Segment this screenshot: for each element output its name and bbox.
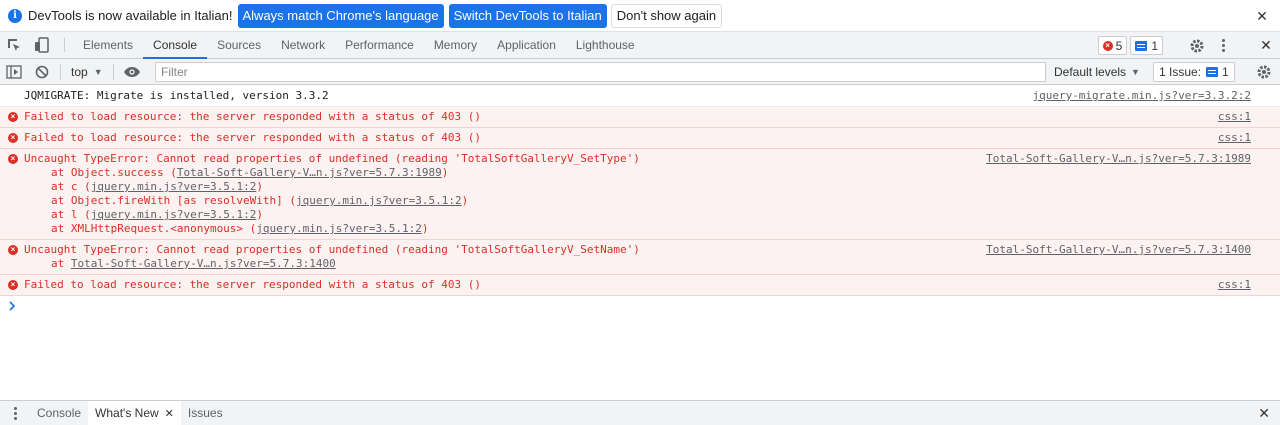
message-text: Failed to load resource: the server resp…: [24, 278, 481, 291]
message-text: Uncaught TypeError: Cannot read properti…: [24, 243, 640, 256]
close-tab-icon[interactable]: ✕: [165, 407, 174, 420]
settings-gear-icon[interactable]: [1183, 38, 1211, 54]
message-icon: [1135, 40, 1148, 51]
main-tabbar: Elements Console Sources Network Perform…: [0, 32, 1280, 59]
message-text: JQMIGRATE: Migrate is installed, version…: [24, 89, 329, 102]
dropdown-arrow-icon: ▼: [1131, 67, 1140, 77]
error-icon: ×: [8, 133, 18, 143]
console-prompt[interactable]: [0, 296, 1280, 314]
tab-lighthouse[interactable]: Lighthouse: [566, 32, 645, 58]
drawer-tab-label: What's New: [95, 406, 159, 420]
issues-count: 1: [1222, 65, 1229, 79]
message-text: Failed to load resource: the server resp…: [24, 110, 481, 123]
tab-elements[interactable]: Elements: [73, 32, 143, 58]
console-message-error: × Failed to load resource: the server re…: [0, 107, 1280, 128]
stack-trace-line: at Total-Soft-Gallery-V…n.js?ver=5.7.3:1…: [51, 257, 336, 270]
message-source-link[interactable]: css:1: [1218, 278, 1251, 292]
message-source-link[interactable]: jquery-migrate.min.js?ver=3.3.2:2: [1032, 89, 1251, 103]
console-message-log: JQMIGRATE: Migrate is installed, version…: [0, 86, 1280, 107]
message-text: Uncaught TypeError: Cannot read properti…: [24, 152, 640, 165]
drawer-tab-console[interactable]: Console: [30, 401, 88, 425]
message-source-link[interactable]: Total-Soft-Gallery-V…n.js?ver=5.7.3:1989: [986, 152, 1251, 166]
message-source-link[interactable]: css:1: [1218, 110, 1251, 124]
device-toolbar-icon[interactable]: [28, 32, 56, 58]
stack-link[interactable]: Total-Soft-Gallery-V…n.js?ver=5.7.3:1989: [177, 166, 442, 179]
drawer-tab-issues[interactable]: Issues: [181, 401, 230, 425]
error-icon: ×: [8, 245, 18, 255]
info-icon: i: [8, 8, 22, 23]
stack-trace-line: at l (jquery.min.js?ver=3.5.1:2): [51, 208, 263, 221]
stack-link[interactable]: jquery.min.js?ver=3.5.1:2: [256, 222, 422, 235]
stack-link[interactable]: jquery.min.js?ver=3.5.1:2: [91, 180, 257, 193]
filter-input[interactable]: Filter: [155, 62, 1046, 82]
issues-label: 1 Issue:: [1159, 65, 1202, 79]
close-infobar-icon[interactable]: ✕: [1254, 8, 1270, 24]
match-language-button[interactable]: Always match Chrome's language: [237, 3, 444, 28]
stack-trace-line: at Object.fireWith [as resolveWith] (jqu…: [51, 194, 469, 207]
message-count-badge[interactable]: 1: [1130, 36, 1163, 55]
drawer-menu-icon[interactable]: [0, 401, 30, 425]
stack-link[interactable]: jquery.min.js?ver=3.5.1:2: [296, 194, 462, 207]
console-message-error: × Failed to load resource: the server re…: [0, 275, 1280, 296]
show-sidebar-icon[interactable]: [0, 59, 28, 85]
log-levels-dropdown[interactable]: Default levels ▼: [1054, 59, 1140, 85]
console-message-error: × Failed to load resource: the server re…: [0, 128, 1280, 149]
infobar-message: DevTools is now available in Italian!: [28, 8, 233, 23]
prompt-chevron-icon: [9, 301, 16, 311]
clear-console-icon[interactable]: [28, 59, 56, 85]
message-icon: [1206, 67, 1219, 77]
context-label: top: [71, 64, 88, 79]
error-icon: ×: [1102, 40, 1113, 51]
toolbar-divider: [64, 38, 65, 52]
stack-link[interactable]: Total-Soft-Gallery-V…n.js?ver=5.7.3:1400: [71, 257, 336, 270]
more-options-icon[interactable]: [1211, 39, 1235, 52]
issues-button[interactable]: 1 Issue: 1: [1153, 62, 1235, 82]
console-message-error: × Uncaught TypeError: Cannot read proper…: [0, 240, 1280, 275]
language-infobar: i DevTools is now available in Italian! …: [0, 0, 1280, 32]
drawer-tabbar: Console What's New ✕ Issues ✕: [0, 400, 1280, 425]
message-count: 1: [1151, 38, 1158, 53]
toolbar-divider: [112, 63, 114, 80]
message-text: Failed to load resource: the server resp…: [24, 131, 481, 144]
tab-console[interactable]: Console: [143, 32, 208, 59]
console-settings-gear-icon[interactable]: [1256, 59, 1272, 85]
stack-link[interactable]: jquery.min.js?ver=3.5.1:2: [91, 208, 257, 221]
console-toolbar: top ▼ Filter Default levels ▼ 1 Issue: 1: [0, 59, 1280, 85]
close-drawer-icon[interactable]: ✕: [1258, 405, 1270, 422]
stack-trace-line: at c (jquery.min.js?ver=3.5.1:2): [51, 180, 263, 193]
switch-language-button[interactable]: Switch DevTools to Italian: [448, 3, 607, 28]
message-source-link[interactable]: Total-Soft-Gallery-V…n.js?ver=5.7.3:1400: [986, 243, 1251, 257]
context-selector[interactable]: top ▼: [65, 65, 109, 79]
live-expression-eye-icon[interactable]: [118, 59, 146, 85]
stack-trace-line: at XMLHttpRequest.<anonymous> (jquery.mi…: [51, 222, 429, 235]
log-levels-label: Default levels: [1054, 65, 1127, 79]
error-icon: ×: [8, 112, 18, 122]
stack-trace-line: at Object.success (Total-Soft-Gallery-V……: [51, 166, 449, 179]
tab-application[interactable]: Application: [487, 32, 566, 58]
error-count-badge[interactable]: × 5: [1097, 36, 1128, 55]
dropdown-arrow-icon: ▼: [93, 66, 103, 77]
tab-network[interactable]: Network: [271, 32, 335, 58]
error-icon: ×: [8, 154, 18, 164]
close-devtools-icon[interactable]: ✕: [1252, 37, 1280, 54]
error-icon: ×: [8, 280, 18, 290]
console-message-error: × Uncaught TypeError: Cannot read proper…: [0, 149, 1280, 240]
tab-performance[interactable]: Performance: [335, 32, 424, 58]
console-output: JQMIGRATE: Migrate is installed, version…: [0, 86, 1280, 314]
dont-show-again-button[interactable]: Don't show again: [610, 3, 723, 28]
drawer-tab-whats-new[interactable]: What's New ✕: [88, 401, 181, 425]
inspect-element-icon[interactable]: [0, 32, 28, 58]
message-source-link[interactable]: css:1: [1218, 131, 1251, 145]
error-count: 5: [1115, 38, 1123, 53]
toolbar-divider: [60, 63, 61, 80]
tab-memory[interactable]: Memory: [424, 32, 487, 58]
tab-sources[interactable]: Sources: [207, 32, 271, 58]
